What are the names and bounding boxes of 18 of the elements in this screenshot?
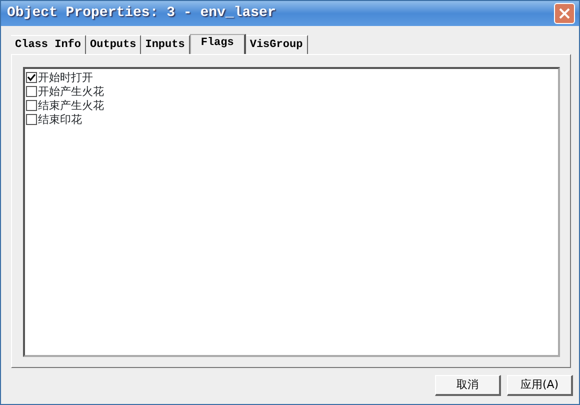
window-title: Object Properties: 3 - env_laser — [7, 4, 276, 23]
close-button[interactable] — [554, 3, 575, 24]
tab[interactable]: VisGroup — [246, 35, 308, 54]
flag-label: 结束产生火花 — [38, 98, 104, 112]
flag-label: 开始产生火花 — [38, 84, 104, 98]
dialog-button[interactable]: 取消 — [435, 375, 501, 396]
flag-label: 结束印花 — [38, 112, 82, 126]
dialog-button[interactable]: 应用(A) — [507, 375, 573, 396]
tab[interactable]: Inputs — [141, 35, 190, 54]
checkbox[interactable] — [26, 114, 37, 124]
tab[interactable]: Class Info — [11, 35, 86, 54]
checkbox[interactable] — [26, 72, 37, 82]
checkbox[interactable] — [26, 100, 37, 110]
tab[interactable]: Outputs — [86, 35, 142, 54]
close-icon — [559, 8, 570, 19]
checkbox[interactable] — [26, 86, 37, 96]
flag-label: 开始时打开 — [38, 70, 93, 84]
tab[interactable]: Flags — [190, 34, 246, 54]
